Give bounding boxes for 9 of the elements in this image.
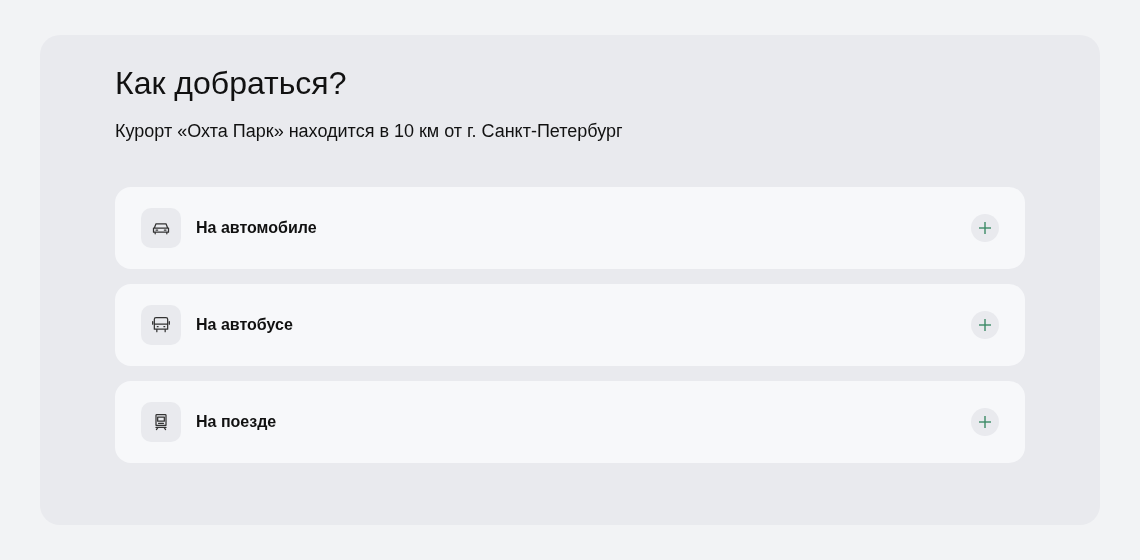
accordion-item[interactable]: На автомобиле [115, 187, 1025, 269]
plus-icon [971, 311, 999, 339]
section-subtitle: Курорт «Охта Парк» находится в 10 км от г. Санкт-Петербург [115, 120, 624, 143]
accordion-item[interactable]: На автобусе [115, 284, 1025, 366]
section-title: Как добраться? [115, 64, 348, 103]
plus-icon [971, 214, 999, 242]
accordion-item[interactable]: На поезде [115, 381, 1025, 463]
plus-icon [971, 408, 999, 436]
bus-icon [151, 315, 171, 335]
